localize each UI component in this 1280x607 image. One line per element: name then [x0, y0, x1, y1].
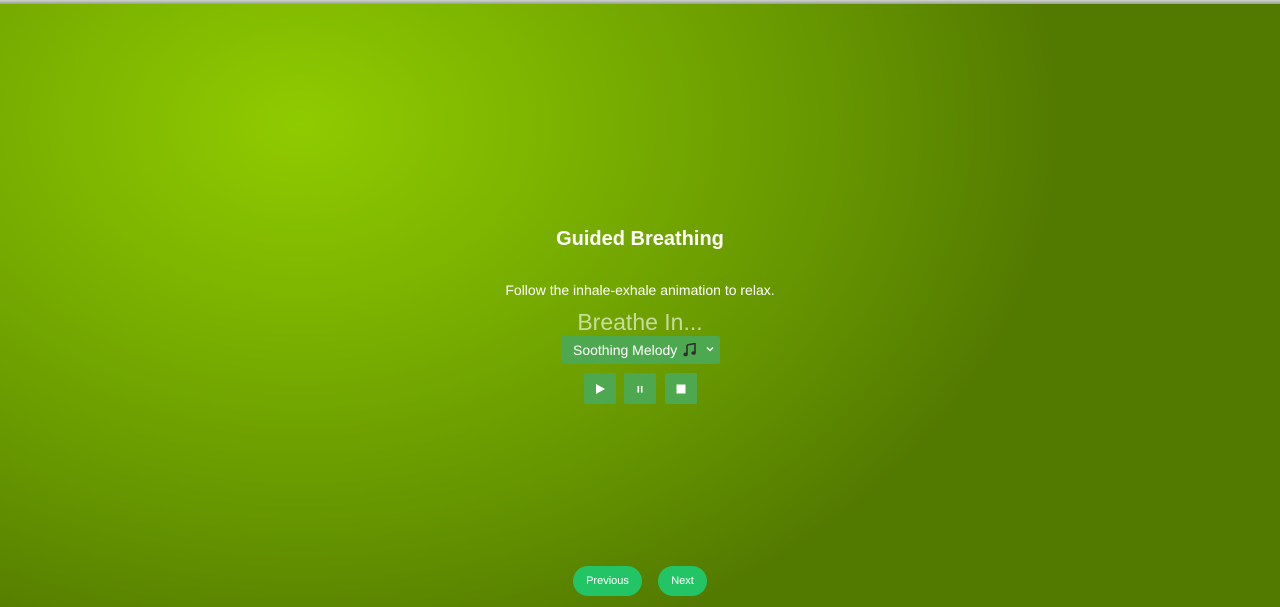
- pause-icon: [637, 385, 643, 392]
- breathing-page: Guided Breathing Follow the inhale-exhal…: [0, 4, 1280, 607]
- next-button[interactable]: Next: [658, 566, 707, 596]
- page-title: Guided Breathing: [556, 228, 724, 250]
- chevron-down-icon: [706, 347, 714, 352]
- pause-button[interactable]: [624, 373, 656, 404]
- sound-select-label: Soothing Melody: [573, 342, 678, 358]
- sound-select[interactable]: Soothing Melody: [561, 336, 720, 364]
- play-button[interactable]: [584, 373, 616, 404]
- previous-button[interactable]: Previous: [573, 566, 642, 596]
- stop-icon: [676, 384, 686, 393]
- stop-button[interactable]: [665, 373, 697, 404]
- breathing-status: Breathe In...: [577, 309, 703, 335]
- play-icon: [596, 383, 605, 394]
- music-note-icon: [683, 343, 697, 357]
- page-subtitle: Follow the inhale-exhale animation to re…: [505, 282, 775, 298]
